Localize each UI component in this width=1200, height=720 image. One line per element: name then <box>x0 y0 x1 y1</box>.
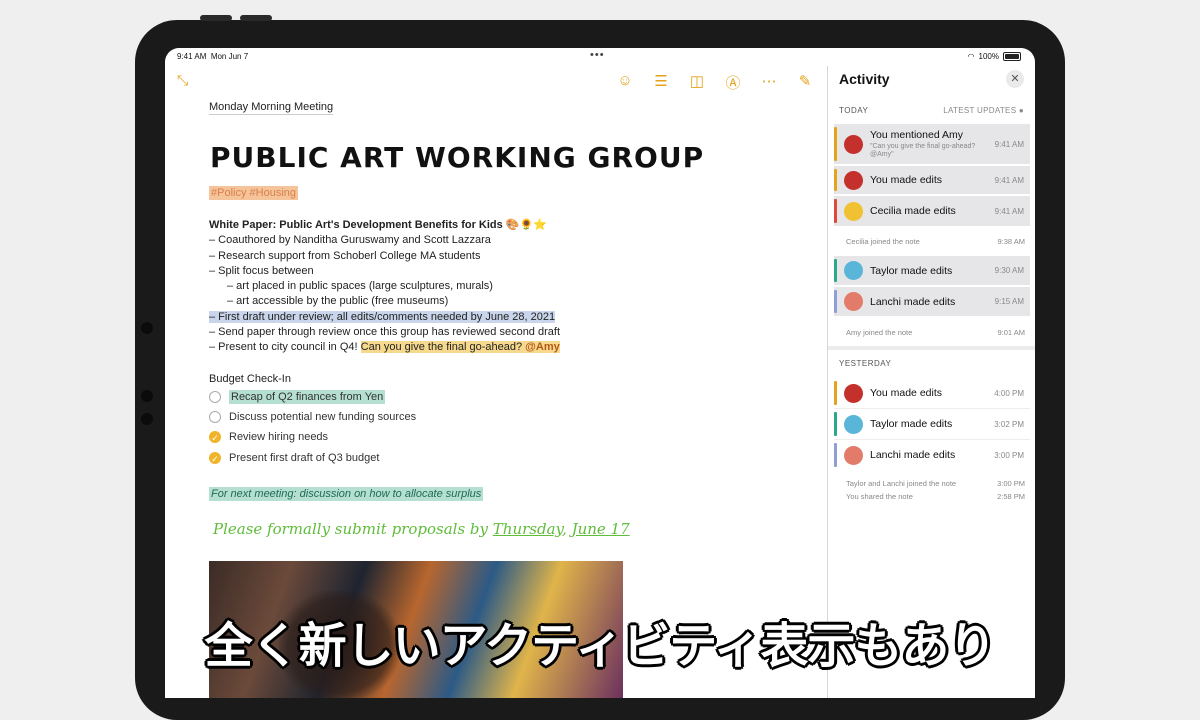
activity-title: Activity <box>839 71 890 87</box>
activity-panel: Activity ✕ TODAY LATEST UPDATES ● You me… <box>827 66 1035 698</box>
join-event: Taylor and Lanchi joined the note <box>846 479 957 488</box>
avatar <box>844 414 863 434</box>
note-line: – Research support from Schoberl College… <box>209 249 481 262</box>
avatar <box>844 134 863 154</box>
note-line: – Send paper through review once this gr… <box>209 326 560 339</box>
note-toolbar: ☺ ☰ ◫ Ⓐ ⋯ ✎ <box>615 72 815 93</box>
tags[interactable]: #Policy #Housing <box>209 186 298 200</box>
activity-item[interactable]: Taylor made edits 9:30 AM <box>834 256 1030 285</box>
next-meeting-line: For next meeting: discussion on how to a… <box>209 487 484 501</box>
checklist-item[interactable]: Recap of Q2 finances from Yen <box>209 390 386 404</box>
checklist-item[interactable]: Discuss potential new funding sources <box>209 411 416 423</box>
multitask-dots[interactable]: ••• <box>590 49 605 61</box>
section-yesterday: YESTERDAY <box>839 359 892 368</box>
checklist-item[interactable]: ✓ Present first draft of Q3 budget <box>209 452 379 464</box>
share-person-icon[interactable]: ☺ <box>615 72 635 93</box>
note-line: – Coauthored by Nanditha Guruswamy and S… <box>209 234 491 247</box>
camera-icon[interactable]: ◫ <box>687 72 707 93</box>
collapse-arrows-icon[interactable]: ⤡ <box>177 72 188 89</box>
status-time: 9:41 AM Mon Jun 7 <box>177 52 249 61</box>
activity-item[interactable]: You made edits 9:41 AM <box>834 166 1030 194</box>
checklist-icon[interactable]: ☰ <box>651 72 671 93</box>
mention-amy: @Amy <box>525 341 560 354</box>
note-line-mention: – Present to city council in Q4! Can you… <box>209 341 560 354</box>
activity-item[interactable]: Lanchi made edits 9:15 AM <box>834 287 1030 316</box>
activity-item[interactable]: You made edits 4:00 PM <box>834 378 1030 409</box>
meeting-heading: Monday Morning Meeting <box>209 101 334 115</box>
volume-button <box>240 15 272 21</box>
join-event: Amy joined the note <box>846 328 913 337</box>
battery-status: ◠ 100% <box>968 52 1021 61</box>
budget-heading: Budget Check-In <box>209 373 291 385</box>
wifi-icon: ◠ <box>967 52 975 61</box>
info-icon: ● <box>1018 106 1024 115</box>
activity-item[interactable]: Lanchi made edits 3:00 PM <box>834 440 1030 470</box>
activity-item[interactable]: You mentioned Amy "Can you give the final… <box>834 124 1030 164</box>
avatar <box>844 170 863 190</box>
join-time: 9:38 AM <box>997 237 1025 246</box>
avatar <box>844 201 863 221</box>
join-time: 9:01 AM <box>997 328 1025 337</box>
volume-button <box>200 15 232 21</box>
checkbox-empty[interactable] <box>209 411 221 423</box>
note-editor[interactable]: ⤡ ☺ ☰ ◫ Ⓐ ⋯ ✎ Monday Morning Meeting PUB… <box>165 66 827 698</box>
markup-pen-icon[interactable]: Ⓐ <box>723 72 743 93</box>
latest-updates-filter[interactable]: LATEST UPDATES ● <box>943 106 1024 115</box>
battery-icon <box>1003 52 1021 61</box>
more-icon[interactable]: ⋯ <box>759 72 779 93</box>
join-event: Cecilia joined the note <box>846 237 920 246</box>
avatar <box>844 383 863 403</box>
avatar <box>844 445 863 465</box>
camera-dot <box>141 322 153 334</box>
avatar <box>844 261 863 280</box>
checklist-item[interactable]: ✓ Review hiring needs <box>209 431 328 443</box>
sensor-dot <box>141 390 153 402</box>
note-body: White Paper: Public Art's Development Be… <box>209 218 560 356</box>
section-divider <box>828 346 1035 350</box>
note-title: PUBLIC ART WORKING GROUP <box>210 141 705 174</box>
status-bar: 9:41 AM Mon Jun 7 ••• ◠ 100% <box>165 48 1035 66</box>
note-line: – art placed in public spaces (large scu… <box>227 280 493 293</box>
activity-item[interactable]: Cecilia made edits 9:41 AM <box>834 196 1030 226</box>
compose-icon[interactable]: ✎ <box>795 72 815 93</box>
section-today: TODAY <box>839 106 869 115</box>
note-line: – art accessible by the public (free mus… <box>227 295 449 308</box>
avatar <box>844 292 863 311</box>
activity-item[interactable]: Taylor made edits 3:02 PM <box>834 409 1030 440</box>
white-paper-line: White Paper: Public Art's Development Be… <box>209 219 547 231</box>
checkbox-empty[interactable] <box>209 391 221 403</box>
handwritten-note: Please formally submit proposals by Thur… <box>213 520 630 538</box>
checkbox-checked[interactable]: ✓ <box>209 452 221 464</box>
note-line: – Split focus between <box>209 264 314 277</box>
ipad-screen: 9:41 AM Mon Jun 7 ••• ◠ 100% ⤡ ☺ ☰ ◫ Ⓐ ⋯… <box>165 48 1035 698</box>
note-line-highlighted: – First draft under review; all edits/co… <box>209 310 556 323</box>
video-caption: 全く新しいアクティビティ表示もあり <box>204 618 997 674</box>
join-time: 3:00 PM <box>997 479 1025 488</box>
share-event: You shared the note <box>846 492 913 501</box>
share-time: 2:58 PM <box>997 492 1025 501</box>
sensor-dot <box>141 413 153 425</box>
checkbox-checked[interactable]: ✓ <box>209 431 221 443</box>
close-icon[interactable]: ✕ <box>1006 70 1024 88</box>
